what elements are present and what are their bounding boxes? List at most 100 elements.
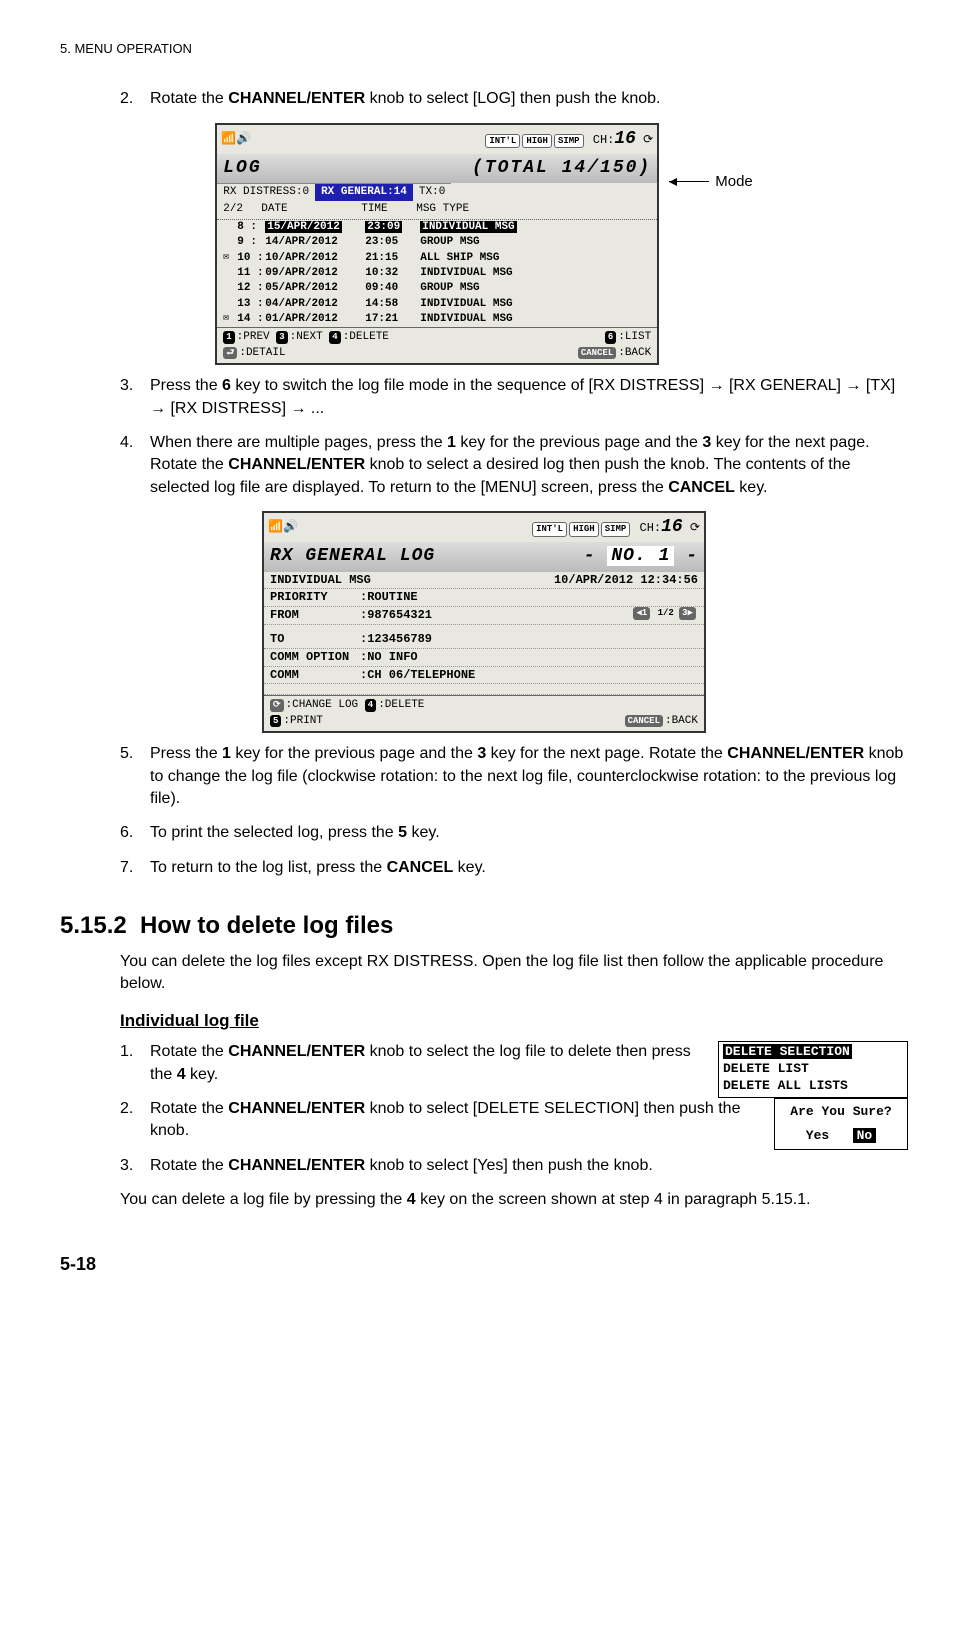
row-time: 21:15 (365, 251, 420, 266)
closing-note: You can delete a log file by pressing th… (120, 1189, 908, 1211)
loading-icon: ⟳ (690, 521, 700, 535)
step-body: Press the 1 key for the previous page an… (150, 743, 908, 810)
enter-key-icon: ⮐ (223, 347, 237, 360)
log-row: 12 :05/APR/201209:40GROUP MSG (217, 281, 657, 296)
row-date: 04/APR/2012 (265, 297, 365, 312)
loading-icon: ⟳ (643, 133, 653, 147)
col-date: DATE (261, 202, 361, 217)
section-number: 5.15.2 (60, 909, 140, 943)
dash: - (584, 546, 596, 566)
row-date: 14/APR/2012 (265, 235, 365, 250)
key-name: 1 (222, 745, 231, 762)
lcd-screen: 📶🔊 INT'LHIGHSIMP CH:16 ⟳ RX GENERAL LOG … (262, 511, 706, 733)
ch-label: CH: (640, 521, 662, 535)
step-4: 4. When there are multiple pages, press … (60, 432, 908, 499)
lcd-status-bar: 📶🔊 INT'LHIGHSIMP CH:16 ⟳ (217, 125, 657, 154)
row-time: 23:09 (365, 220, 420, 235)
footer-row2: ⮐:DETAIL CANCEL:BACK (223, 346, 651, 361)
footer-right2: CANCEL:BACK (578, 346, 651, 361)
msg-type: INDIVIDUAL MSG (270, 572, 371, 589)
key-4: 4 (365, 699, 376, 712)
row-date: 09/APR/2012 (265, 266, 365, 281)
step-body: Rotate the CHANNEL/ENTER knob to select … (150, 1155, 908, 1177)
lcd-footer: 1:PREV 3:NEXT 4:DELETE 6:LIST ⮐:DETAIL C… (217, 327, 657, 363)
cancel-key-icon: CANCEL (625, 715, 663, 728)
dash: - (686, 546, 698, 566)
detail-label: :DETAIL (239, 347, 285, 359)
value: :123456789 (360, 632, 432, 646)
row-index: 12 : (237, 281, 265, 296)
back-label: :BACK (618, 347, 651, 359)
row-date: 01/APR/2012 (265, 312, 365, 327)
value: :ROUTINE (360, 590, 418, 604)
step-number: 3. (120, 1155, 150, 1177)
step-number: 2. (120, 88, 150, 110)
row: COMM:CH 06/TELEPHONE (270, 667, 475, 684)
figure-log-detail: 📶🔊 INT'LHIGHSIMP CH:16 ⟳ RX GENERAL LOG … (60, 511, 908, 733)
delete-step-2-row: 2. Rotate the CHANNEL/ENTER knob to sele… (60, 1098, 908, 1155)
delete-step-3: 3. Rotate the CHANNEL/ENTER knob to sele… (60, 1155, 908, 1177)
print-label: :PRINT (283, 715, 323, 727)
simp-pill: SIMP (601, 522, 631, 537)
row-msg-type: ALL SHIP MSG (420, 251, 651, 266)
row: PRIORITY:ROUTINE (270, 589, 418, 606)
tab-rx-general: RX GENERAL:14 (315, 183, 413, 201)
unread-icon (223, 220, 237, 235)
label: PRIORITY (270, 589, 360, 606)
row-index: 13 : (237, 297, 265, 312)
delete-list-option: DELETE LIST (723, 1061, 903, 1078)
text: Rotate the (150, 1157, 228, 1174)
text: key on the screen shown at step 4 in par… (416, 1191, 811, 1208)
title-left: LOG (223, 156, 261, 181)
row-date: 05/APR/2012 (265, 281, 365, 296)
step-number: 7. (120, 857, 150, 879)
row-msg-type: INDIVIDUAL MSG (420, 266, 651, 281)
row-msg-type: GROUP MSG (420, 235, 651, 250)
step-number: 2. (120, 1098, 150, 1143)
col-page: 2/2 (223, 202, 261, 217)
row-time: 09:40 (365, 281, 420, 296)
intl-pill: INT'L (485, 134, 520, 149)
log-row: ✉10 :10/APR/201221:15ALL SHIP MSG (217, 251, 657, 266)
footer-left2: 5:PRINT (270, 714, 323, 729)
tab-tx: TX:0 (413, 183, 451, 201)
key-name: CANCEL (668, 479, 735, 496)
row-date: 10/APR/2012 (265, 251, 365, 266)
lcd-title: RX GENERAL LOG - NO. 1 - (264, 542, 704, 571)
label: FROM (270, 607, 360, 624)
row-index: 14 : (237, 312, 265, 327)
row-index: 10 : (237, 251, 265, 266)
detail-from: FROM:987654321 ◀1 1/2 3▶ (264, 607, 704, 625)
log-row: 13 :04/APR/201214:58INDIVIDUAL MSG (217, 297, 657, 312)
col-msg-type: MSG TYPE (416, 202, 469, 217)
high-pill: HIGH (569, 522, 599, 537)
row-time: 23:05 (365, 235, 420, 250)
footer-left: 1:PREV 3:NEXT 4:DELETE (223, 330, 389, 345)
row: TO:123456789 (270, 631, 432, 648)
log-mode-tabs: RX DISTRESS:0 RX GENERAL:14 TX:0 (217, 183, 657, 201)
text: Rotate the (150, 90, 228, 107)
lcd-title: LOG (TOTAL 14/150) (217, 154, 657, 183)
tab-rx-distress: RX DISTRESS:0 (217, 183, 315, 201)
step-number: 6. (120, 822, 150, 844)
delete-menu-box: DELETE SELECTION DELETE LIST DELETE ALL … (718, 1041, 908, 1098)
delete-label: :DELETE (378, 699, 424, 711)
signal-icon: 📶🔊 (221, 131, 251, 148)
step-number: 3. (120, 375, 150, 420)
row-index: 9 : (237, 235, 265, 250)
status-right: INT'LHIGHSIMP CH:16 ⟳ (485, 127, 653, 152)
step-number: 1. (120, 1041, 150, 1086)
intl-pill: INT'L (532, 522, 567, 537)
key-4: 4 (329, 331, 340, 344)
page-header: 5. MENU OPERATION (60, 40, 908, 58)
log-rows: 8 :15/APR/201223:09INDIVIDUAL MSG9 :14/A… (217, 220, 657, 328)
key-name: CHANNEL/ENTER (228, 456, 365, 473)
signal-icon: 📶🔊 (268, 519, 298, 536)
channel-number: 16 (661, 517, 683, 537)
detail-to: TO:123456789 (264, 631, 704, 649)
confirm-options: Yes No (781, 1127, 901, 1145)
text: To return to the log list, press the (150, 859, 387, 876)
list-label: :LIST (618, 331, 651, 343)
delete-label: :DELETE (343, 331, 389, 343)
section-title: How to delete log files (140, 912, 393, 939)
